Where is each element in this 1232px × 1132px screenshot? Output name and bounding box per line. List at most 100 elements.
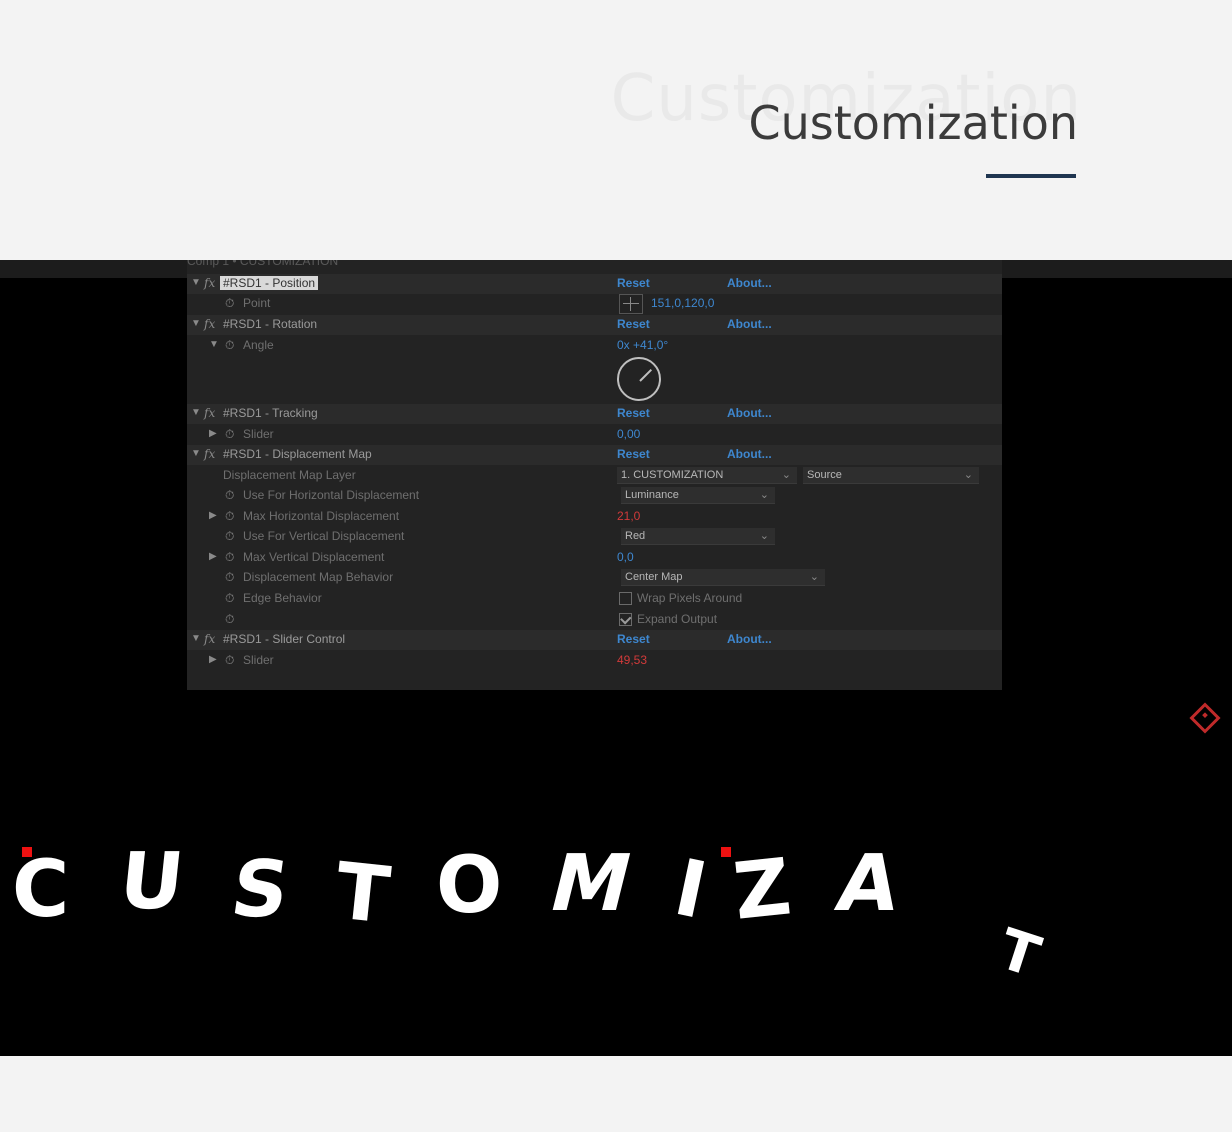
stopwatch-icon[interactable]: ⏱ [225,338,234,353]
chevron-down-icon: ⌄ [963,469,973,481]
expand-triangle-icon[interactable]: ▶ [209,510,217,521]
collapse-triangle-icon[interactable]: ▼ [191,633,201,644]
param-label: Max Vertical Displacement [243,550,385,564]
dial-hand [639,368,653,382]
param-row-point: ⏱ Point 151,0,120,0 [187,294,1002,314]
reset-button[interactable]: Reset [617,632,650,646]
letter-glyph: S [225,845,295,935]
expand-triangle-icon[interactable]: ▶ [209,428,217,439]
param-label: Use For Horizontal Displacement [243,488,420,502]
about-button[interactable]: About... [727,632,772,646]
param-row-horizontal-use: ⏱ Use For Horizontal Displacement Lumina… [187,486,1002,506]
about-button[interactable]: About... [727,276,772,290]
layer-dropdown[interactable]: 1. CUSTOMIZATION ⌄ [617,467,797,484]
stopwatch-icon[interactable]: ⏱ [225,529,234,544]
collapse-triangle-icon[interactable]: ▼ [191,448,201,459]
vertical-use-dropdown[interactable]: Red ⌄ [621,528,775,545]
about-button[interactable]: About... [727,317,772,331]
collapse-triangle-icon[interactable]: ▼ [191,407,201,418]
letter-glyph: A [830,839,907,929]
about-button[interactable]: About... [727,406,772,420]
param-value[interactable]: 49,53 [617,653,647,667]
param-row-vertical-use: ⏱ Use For Vertical Displacement Red ⌄ [187,527,1002,547]
hero-section: Customization Customization [0,0,1232,260]
letter-glyph: I [666,842,715,938]
fx-icon[interactable]: fx [204,632,215,646]
reset-button[interactable]: Reset [617,447,650,461]
expand-output-checkbox[interactable] [619,613,632,626]
letter-glyph: C [12,845,70,935]
collapse-triangle-icon[interactable]: ▼ [191,318,201,329]
fx-icon[interactable]: fx [204,317,215,331]
stopwatch-icon[interactable]: ⏱ [225,550,234,565]
effect-row-tracking[interactable]: ▼ fx #RSD1 - Tracking Reset About... [187,404,1002,424]
stopwatch-icon[interactable]: ⏱ [225,296,234,311]
param-label: Angle [243,338,274,352]
letter-glyph: T [331,846,394,942]
effect-row-slider-control[interactable]: ▼ fx #RSD1 - Slider Control Reset About.… [187,630,1002,650]
anchor-target-icon[interactable] [1189,702,1221,734]
param-label: Point [243,296,271,310]
expand-triangle-icon[interactable]: ▼ [209,339,219,350]
effect-row-position[interactable]: ▼ fx #RSD1 - Position Reset About... [187,274,1002,294]
map-behavior-dropdown[interactable]: Center Map ⌄ [621,569,825,586]
effect-name[interactable]: #RSD1 - Slider Control [223,632,345,646]
dropdown-value: Luminance [625,489,679,501]
param-label: Use For Vertical Displacement [243,529,405,543]
effect-name[interactable]: #RSD1 - Rotation [223,317,317,331]
param-label: Slider [243,653,274,667]
reset-button[interactable]: Reset [617,406,650,420]
fx-icon[interactable]: fx [204,447,215,461]
dropdown-value: Source [807,469,842,481]
angle-dial[interactable] [617,357,661,401]
chevron-down-icon: ⌄ [759,489,769,501]
collapse-triangle-icon[interactable]: ▼ [191,277,201,288]
title-underline [986,174,1076,178]
param-label: Edge Behavior [243,591,322,605]
stopwatch-icon[interactable]: ⏱ [225,488,234,503]
param-value[interactable]: 0x +41,0° [617,338,668,352]
param-value[interactable]: 0,00 [617,427,640,441]
expand-triangle-icon[interactable]: ▶ [209,654,217,665]
param-value[interactable]: 0,0 [617,550,634,564]
effect-row-rotation[interactable]: ▼ fx #RSD1 - Rotation Reset About... [187,315,1002,335]
checkbox-label: Wrap Pixels Around [637,591,743,605]
effect-name[interactable]: #RSD1 - Position [220,276,319,290]
stopwatch-icon[interactable]: ⏱ [225,591,234,606]
letter-glyph: M [540,839,641,929]
fx-icon[interactable]: fx [204,276,215,290]
effect-name[interactable]: #RSD1 - Tracking [223,406,318,420]
page-title: Customization [748,96,1078,150]
param-row-max-vertical: ▶ ⏱ Max Vertical Displacement 0,0 [187,548,1002,568]
effect-row-displacement-map[interactable]: ▼ fx #RSD1 - Displacement Map Reset Abou… [187,445,1002,465]
crosshair-icon[interactable] [619,294,643,314]
about-button[interactable]: About... [727,447,772,461]
param-label: Displacement Map Layer [223,468,356,482]
param-value[interactable]: 21,0 [617,509,640,523]
stopwatch-icon[interactable]: ⏱ [225,653,234,668]
checkbox-label: Expand Output [637,612,718,626]
stopwatch-icon[interactable]: ⏱ [225,427,234,442]
preview-stage: Comp 1 • CUSTOMIZATION ▼ fx #RSD1 - Posi… [0,260,1232,1056]
stopwatch-icon[interactable]: ⏱ [225,612,234,627]
param-row-slider: ▶ ⏱ Slider 0,00 [187,425,1002,445]
reset-button[interactable]: Reset [617,317,650,331]
expand-triangle-icon[interactable]: ▶ [209,551,217,562]
wrap-pixels-checkbox[interactable] [619,592,632,605]
effect-name[interactable]: #RSD1 - Displacement Map [223,447,372,461]
horizontal-use-dropdown[interactable]: Luminance ⌄ [621,487,775,504]
param-label: Displacement Map Behavior [243,570,394,584]
letter-glyph: T [991,916,1048,991]
stopwatch-icon[interactable]: ⏱ [225,570,234,585]
source-dropdown[interactable]: Source ⌄ [803,467,979,484]
letter-glyph: U [115,837,189,927]
reset-button[interactable]: Reset [617,276,650,290]
comp-title: Comp 1 • CUSTOMIZATION [187,260,339,268]
fx-icon[interactable]: fx [204,406,215,420]
param-row-map-layer: Displacement Map Layer 1. CUSTOMIZATION ⌄… [187,466,1002,486]
footer-area [0,1056,1232,1132]
letter-glyph: Z [729,842,796,938]
param-value[interactable]: 151,0,120,0 [651,296,714,310]
chevron-down-icon: ⌄ [759,530,769,542]
stopwatch-icon[interactable]: ⏱ [225,509,234,524]
